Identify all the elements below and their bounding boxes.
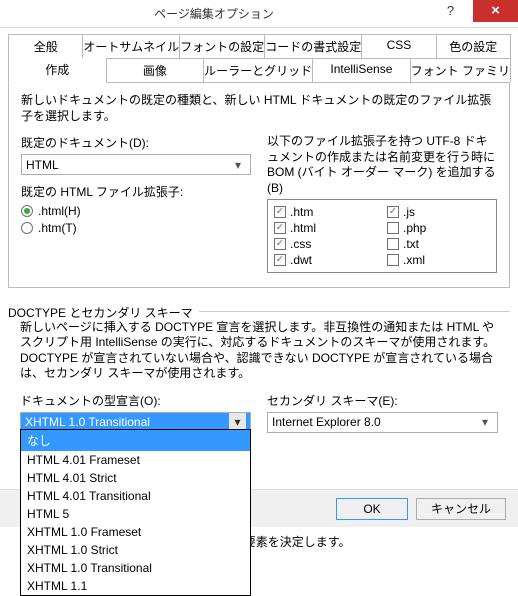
ext-checkbox[interactable]: ✓ .dwt <box>274 253 377 267</box>
chevron-down-icon: ▾ <box>477 415 493 429</box>
checkbox-icon: ✓ <box>274 238 286 250</box>
ext-label: .htm <box>290 205 313 219</box>
secondary-label: セカンダリ スキーマ(E): <box>267 392 498 409</box>
radio-icon <box>21 205 33 217</box>
doctype-legend: DOCTYPE とセカンダリ スキーマ <box>8 304 199 321</box>
ext-label: .html <box>290 221 316 235</box>
ext-checkbox[interactable]: .xml <box>387 253 490 267</box>
default-doc-select[interactable]: HTML ▾ <box>21 154 251 175</box>
doctype-value: XHTML 1.0 Transitional <box>25 415 150 429</box>
utf8-label-2: BOM (バイト オーダー マーク) を追加する(B) <box>267 165 497 196</box>
radio-html[interactable]: .html(H) <box>21 204 251 218</box>
secondary-select[interactable]: Internet Explorer 8.0 ▾ <box>267 412 498 433</box>
tab-panel: 新しいドキュメントの既定の種類と、新しい HTML ドキュメントの既定のファイル… <box>8 82 510 288</box>
checkbox-icon: ✓ <box>274 254 286 266</box>
doctype-option[interactable]: XHTML 1.0 Transitional <box>21 559 250 577</box>
utf8-label-1: 以下のファイル拡張子を持つ UTF-8 ドキュメントの作成または名前変更を行う時… <box>267 134 497 165</box>
ext-checkbox-group: ✓ .htm ✓ .js ✓ .html .php ✓ .css .txt ✓ .dwt .xml <box>267 199 497 273</box>
ext-checkbox[interactable]: .txt <box>387 237 490 251</box>
doctype-option[interactable]: XHTML 1.1 <box>21 577 250 595</box>
doctype-dropdown[interactable]: なしHTML 4.01 FramesetHTML 4.01 StrictHTML… <box>20 429 251 596</box>
ext-label: 既定の HTML ファイル拡張子: <box>21 183 251 200</box>
tab-image[interactable]: 画像 <box>106 58 205 82</box>
checkbox-icon: ✓ <box>274 222 286 234</box>
tab-color[interactable]: 色の設定 <box>436 34 511 58</box>
tab-font-family[interactable]: フォント ファミリ <box>410 58 511 82</box>
doctype-option[interactable]: HTML 5 <box>21 505 250 523</box>
doctype-option[interactable]: XHTML 1.0 Frameset <box>21 523 250 541</box>
doctype-option[interactable]: HTML 4.01 Transitional <box>21 487 250 505</box>
window-title: ページ編集オプション <box>0 5 428 22</box>
ext-label: .js <box>403 205 415 219</box>
radio-htm[interactable]: .htm(T) <box>21 221 251 235</box>
css-note-partial: きる要素を決定します。 <box>220 533 498 550</box>
tab-font-settings[interactable]: フォントの設定 <box>179 34 265 58</box>
tab-row-1: 全般 オートサムネイル フォントの設定 コードの書式設定 CSS 色の設定 <box>8 34 510 58</box>
doctype-option[interactable]: HTML 4.01 Frameset <box>21 451 250 469</box>
checkbox-icon <box>387 254 399 266</box>
ext-checkbox[interactable]: ✓ .js <box>387 205 490 219</box>
ext-label: .dwt <box>290 253 312 267</box>
radio-html-label: .html(H) <box>38 204 81 218</box>
radio-htm-label: .htm(T) <box>38 221 77 235</box>
doctype-option[interactable]: XHTML 1.0 Strict <box>21 541 250 559</box>
checkbox-icon <box>387 222 399 234</box>
checkbox-icon <box>387 238 399 250</box>
checkbox-icon: ✓ <box>274 206 286 218</box>
radio-icon <box>21 222 33 234</box>
tab-css[interactable]: CSS <box>361 34 436 58</box>
default-doc-label: 既定のドキュメント(D): <box>21 134 251 151</box>
title-bar: ページ編集オプション ? × <box>0 0 518 28</box>
tab-autothumbnail[interactable]: オートサムネイル <box>82 34 180 58</box>
close-button[interactable]: × <box>473 0 518 22</box>
doctype-option[interactable]: HTML 4.01 Strict <box>21 469 250 487</box>
ext-label: .xml <box>403 253 425 267</box>
help-button[interactable]: ? <box>428 0 473 22</box>
ext-label: .txt <box>403 237 419 251</box>
section1-desc: 新しいドキュメントの既定の種類と、新しい HTML ドキュメントの既定のファイル… <box>21 93 497 124</box>
doctype-option[interactable]: なし <box>21 430 250 451</box>
ok-button[interactable]: OK <box>336 498 408 520</box>
tab-row-2: 作成 画像 ルーラーとグリッド IntelliSense フォント ファミリ <box>8 58 510 82</box>
ext-checkbox[interactable]: ✓ .htm <box>274 205 377 219</box>
secondary-value: Internet Explorer 8.0 <box>272 415 381 429</box>
default-doc-value: HTML <box>26 158 59 172</box>
ext-checkbox[interactable]: .php <box>387 221 490 235</box>
ext-checkbox[interactable]: ✓ .css <box>274 237 377 251</box>
doctype-desc: 新しいページに挿入する DOCTYPE 宣言を選択します。非互換性の通知または … <box>20 320 498 382</box>
chevron-down-icon: ▾ <box>230 158 246 172</box>
ext-checkbox[interactable]: ✓ .html <box>274 221 377 235</box>
checkbox-icon: ✓ <box>387 206 399 218</box>
tab-intellisense[interactable]: IntelliSense <box>312 58 411 82</box>
tab-ruler-grid[interactable]: ルーラーとグリッド <box>203 58 313 82</box>
tab-code-format[interactable]: コードの書式設定 <box>264 34 362 58</box>
ext-label: .css <box>290 237 311 251</box>
tab-create[interactable]: 作成 <box>8 58 107 83</box>
doctype-label: ドキュメントの型宣言(O): <box>20 392 251 409</box>
tab-general[interactable]: 全般 <box>8 34 83 58</box>
cancel-button[interactable]: キャンセル <box>416 498 506 520</box>
ext-label: .php <box>403 221 426 235</box>
